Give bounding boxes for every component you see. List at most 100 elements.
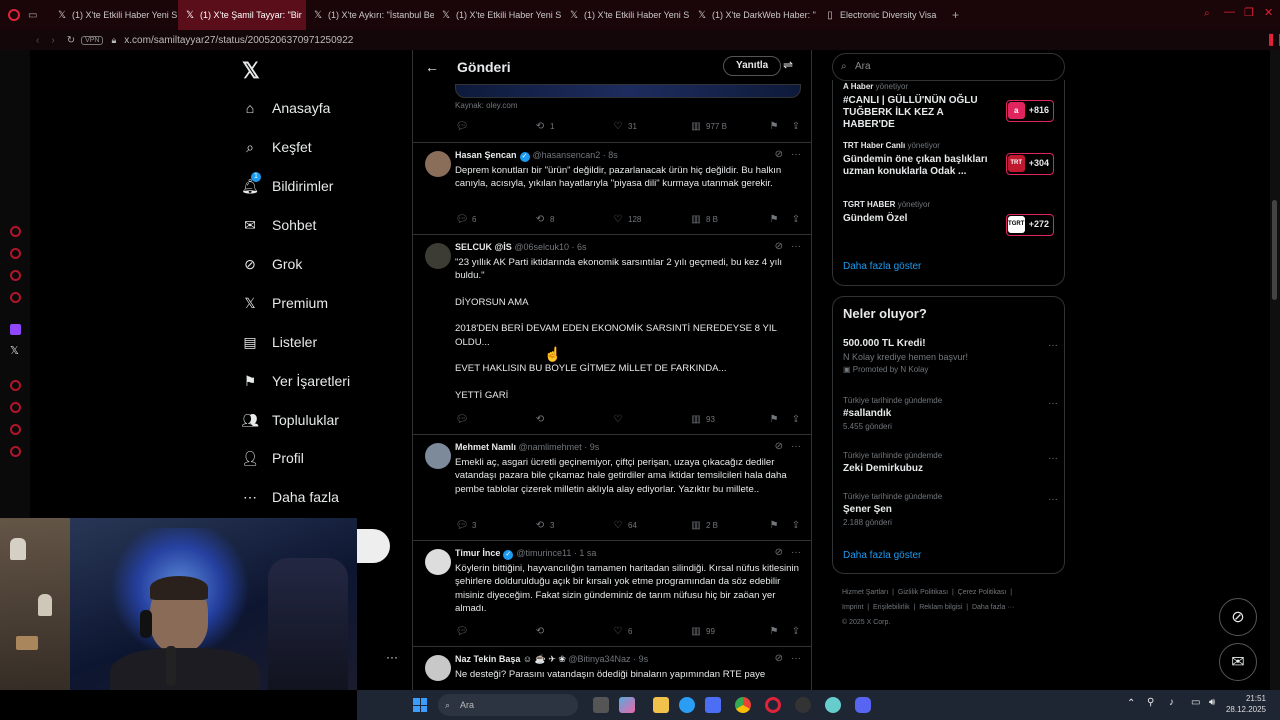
nav-item-communities[interactable]: 👥︎ Topluluklar — [240, 410, 339, 430]
nav-item-chat[interactable]: ✉ Sohbet — [240, 215, 316, 235]
reply-tweet[interactable]: Timur İnce ✓ @timurince11 · 1 sa ⊘ ··· Köyl… — [413, 540, 811, 646]
sidebar-app-icon[interactable] — [10, 402, 21, 413]
browser-tab[interactable]: 𝕏 (1) X'te Etkili Haber Yeni S — [562, 0, 690, 30]
taskbar-search[interactable]: ⌕ Ara — [438, 694, 578, 716]
grok-icon[interactable]: ⊘ — [775, 241, 783, 252]
nav-item-notifications[interactable]: 🔔︎ 1 Bildirimler — [240, 172, 333, 196]
views-action[interactable]: ▥ 99 — [689, 626, 715, 637]
messages-fab-button[interactable]: ✉ — [1219, 643, 1257, 681]
nav-item-explore[interactable]: ⌕ Keşfet — [240, 137, 312, 157]
live-count-badge[interactable]: TRT +304 — [1005, 153, 1054, 175]
chrome-icon[interactable] — [735, 697, 751, 713]
user-handle[interactable]: @06selcuk10 — [514, 242, 569, 252]
live-item[interactable]: TGRT HABER yönetiyor Gündem Özel TGRT +27… — [843, 200, 1058, 236]
footer-link[interactable]: Erişilebilirlik — [873, 604, 910, 611]
like-action[interactable]: ♡ 64 — [611, 520, 637, 531]
more-icon[interactable]: ··· — [791, 547, 801, 558]
user-handle[interactable]: @namlimehmet — [519, 442, 582, 452]
opera-icon[interactable] — [765, 697, 781, 713]
footer-link[interactable]: Gizlilik Politikası — [898, 589, 948, 596]
more-icon[interactable]: ··· — [791, 441, 801, 452]
browser-tab-active[interactable]: 𝕏 (1) X'te Şamil Tayyar: "Bir — [178, 0, 306, 30]
nav-item-grok[interactable]: ⊘ Grok — [240, 254, 302, 274]
sidebar-app-icon[interactable] — [10, 380, 21, 391]
volume-icon[interactable]: 🔊︎ — [1209, 697, 1215, 708]
user-name[interactable]: Naz Tekin Başa — [455, 654, 520, 664]
x-sidebar-icon[interactable]: 𝕏 — [10, 344, 19, 357]
live-count-badge[interactable]: TGRT +272 — [1005, 214, 1054, 236]
footer-link[interactable]: Daha fazla ··· — [972, 604, 1014, 611]
live-item[interactable]: TRT Haber Canlı yönetiyor Gündemin öne ç… — [843, 141, 1058, 178]
nav-item-premium[interactable]: 𝕏 Premium — [240, 293, 328, 313]
url-field[interactable]: x.com/samiltayyar27/status/2005206370971… — [124, 35, 353, 46]
promoted-trend[interactable]: 500.000 TL Kredi! N Kolay krediye hemen … — [843, 338, 1058, 374]
show-more-link[interactable]: Daha fazla göster — [843, 550, 921, 561]
bookmark-action[interactable]: ⚑ — [767, 626, 784, 637]
share-action[interactable]: ⇪ — [789, 121, 806, 132]
settings-icon[interactable] — [10, 446, 21, 457]
bookmark-action[interactable]: ⚑ — [767, 520, 784, 531]
reply-action[interactable]: 💬︎ — [455, 121, 472, 132]
account-more-icon[interactable]: ··· — [386, 650, 398, 664]
minimize-icon[interactable]: — — [1224, 6, 1235, 18]
bookmark-action[interactable]: ⚑ — [767, 121, 784, 132]
twitch-icon[interactable] — [10, 324, 21, 335]
like-action[interactable]: ♡ 128 — [611, 214, 642, 225]
avatar[interactable] — [425, 151, 451, 177]
sidebar-app-icon[interactable] — [10, 270, 21, 281]
app-icon[interactable] — [593, 697, 609, 713]
app-icon[interactable] — [825, 697, 841, 713]
more-icon[interactable]: ··· — [1048, 398, 1058, 409]
tweet-time[interactable]: · 9s — [584, 442, 599, 452]
copilot-icon[interactable] — [619, 697, 635, 713]
taskbar-clock[interactable]: 21:51 28.12.2025 — [1226, 693, 1266, 715]
tweet-time[interactable]: · 8s — [603, 150, 618, 160]
views-action[interactable]: ▥ 2 B — [689, 520, 718, 531]
store-icon[interactable] — [705, 697, 721, 713]
repost-action[interactable]: ⟲ — [533, 414, 550, 425]
more-icon[interactable]: ··· — [791, 241, 801, 252]
reply-tweet[interactable]: Mehmet Namlı @namlimehmet · 9s ⊘ ··· Emek… — [413, 434, 811, 540]
scrollbar-thumb[interactable] — [1272, 200, 1277, 300]
browser-tab[interactable]: 𝕏 (1) X'te DarkWeb Haber: " — [690, 0, 818, 30]
trend-item[interactable]: Türkiye tarihinde gündemde Zeki Demirkub… — [843, 451, 1058, 474]
like-action[interactable]: ♡ 31 — [611, 121, 637, 132]
grok-icon[interactable]: ⊘ — [775, 547, 783, 558]
sidebar-app-icon[interactable] — [10, 226, 21, 237]
nav-item-lists[interactable]: ▤ Listeler — [240, 332, 317, 352]
back-arrow-icon[interactable]: ← — [425, 59, 439, 75]
show-more-link[interactable]: Daha fazla göster — [843, 261, 921, 272]
more-icon[interactable]: ··· — [1048, 453, 1058, 464]
mic-icon[interactable]: ♪ — [1169, 697, 1174, 708]
browser-tab[interactable]: 𝕏 (1) X'te Aykırı: "İstanbul Be — [306, 0, 434, 30]
sliders-icon[interactable]: ⇌ — [783, 58, 793, 72]
reply-tweet[interactable]: Naz Tekin Başa ☺ ☕ ✈ ❀ @Bitinya34Naz · 9… — [413, 646, 811, 690]
share-action[interactable]: ⇪ — [789, 414, 806, 425]
file-explorer-icon[interactable] — [653, 697, 669, 713]
reply-tweet[interactable]: SELCUK @İS @06selcuk10 · 6s ⊘ ··· "23 yıl… — [413, 234, 811, 434]
tab-overview-icon[interactable]: ▭ — [28, 10, 50, 21]
live-count-badge[interactable]: a +816 — [1005, 100, 1054, 122]
like-action[interactable]: ♡ 6 — [611, 626, 633, 637]
trend-item[interactable]: Türkiye tarihinde gündemde Şener Şen 2.1… — [843, 492, 1058, 527]
like-action[interactable]: ♡ — [611, 414, 628, 425]
avatar[interactable] — [425, 655, 451, 681]
browser-tab[interactable]: 𝕏 (1) X'te Etkili Haber Yeni S — [434, 0, 562, 30]
avatar[interactable] — [425, 549, 451, 575]
nav-item-profile[interactable]: 👤︎ Profil — [240, 448, 304, 468]
views-action[interactable]: ▥ 93 — [689, 414, 715, 425]
user-handle[interactable]: @timurince11 — [516, 548, 571, 558]
repost-action[interactable]: ⟲ 8 — [533, 214, 555, 225]
repost-action[interactable]: ⟲ 3 — [533, 520, 555, 531]
nav-item-home[interactable]: ⌂ Anasayfa — [240, 98, 331, 118]
nav-item-bookmarks[interactable]: ⚑ Yer İşaretleri — [240, 371, 350, 391]
app-icon[interactable] — [795, 697, 811, 713]
reply-action[interactable]: 💬︎ 3 — [455, 520, 477, 531]
share-action[interactable]: ⇪ — [789, 626, 806, 637]
grok-icon[interactable]: ⊘ — [775, 149, 783, 160]
tweet-time[interactable]: · 1 sa — [574, 548, 597, 558]
user-handle[interactable]: @Bitinya34Naz — [568, 654, 630, 664]
search-tabs-icon[interactable]: ⌕ — [1204, 8, 1210, 19]
footer-link[interactable]: Çerez Politikası — [958, 589, 1007, 596]
reply-action[interactable]: 💬︎ — [455, 626, 472, 637]
